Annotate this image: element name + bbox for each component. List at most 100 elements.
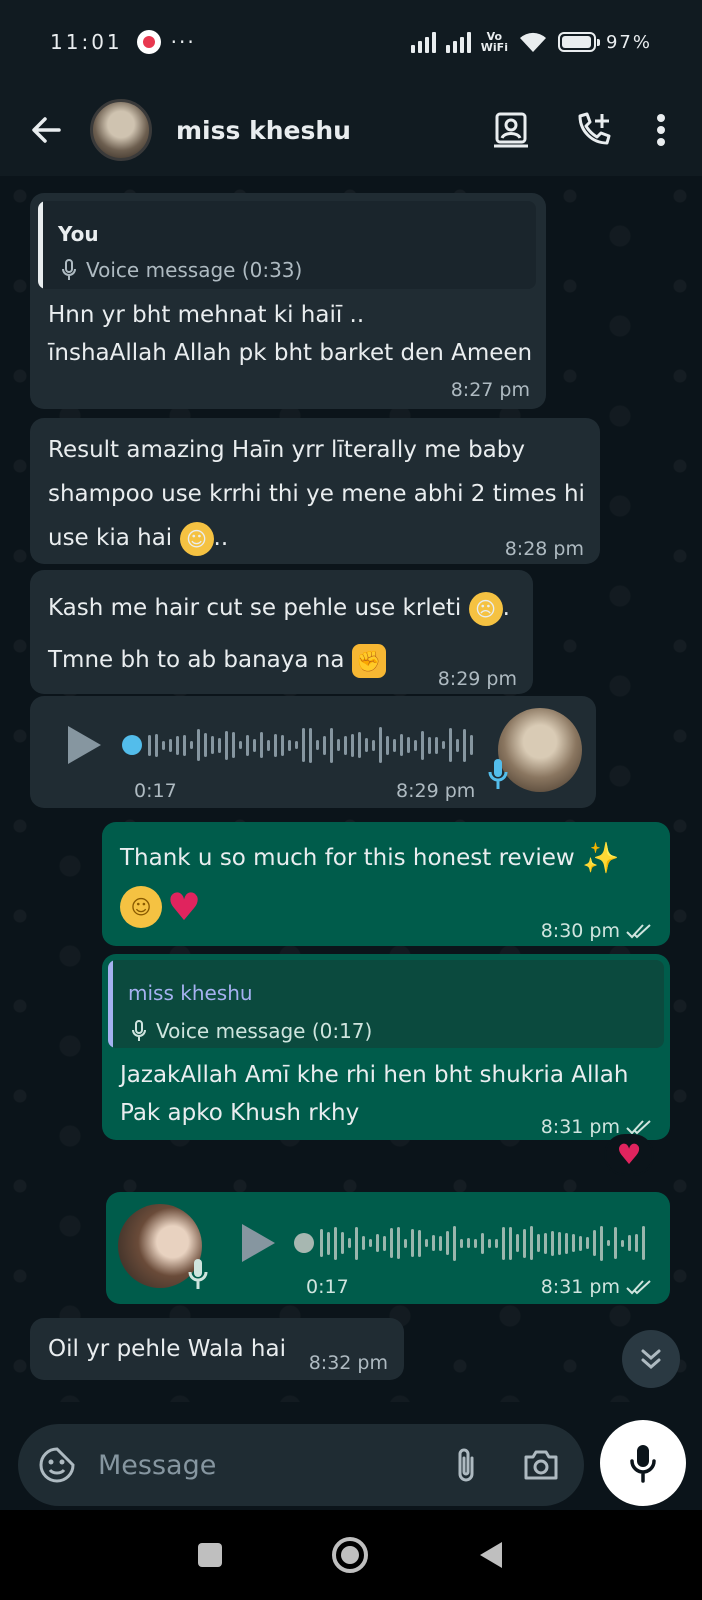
message-bubble-incoming[interactable]: Kash me hair cut se pehle use krleti ☹. …: [30, 570, 533, 694]
waveform-bar: [253, 738, 256, 752]
message-line-text: Kash me hair cut se pehle use krleti: [48, 595, 462, 621]
waveform-bar: [344, 735, 347, 755]
voice-record-button[interactable]: [600, 1420, 686, 1506]
contact-avatar[interactable]: [90, 99, 152, 161]
voice-waveform[interactable]: [148, 725, 473, 765]
chat-header: miss kheshu: [0, 84, 702, 176]
waveform-bar: [295, 741, 298, 749]
quoted-message[interactable]: You Voice message (0:33): [38, 201, 536, 289]
waveform-bar: [390, 1228, 393, 1258]
waveform-bar: [558, 1231, 561, 1255]
play-button[interactable]: [242, 1224, 275, 1262]
quote-text: Voice message (0:33): [86, 258, 303, 282]
voice-progress-dot[interactable]: [122, 735, 142, 755]
waveform-bar: [425, 1239, 428, 1247]
waveform-bar: [446, 1231, 449, 1255]
waveform-bar: [509, 1226, 512, 1260]
sticker-icon[interactable]: [38, 1446, 76, 1484]
voice-message-incoming[interactable]: 0:17 8:29 pm: [30, 696, 596, 808]
waveform-bar: [572, 1234, 575, 1252]
contact-card-icon[interactable]: [492, 111, 530, 149]
double-chevron-down-icon: [641, 1349, 661, 1369]
signal-1-icon: [410, 31, 436, 53]
quote-author: You: [58, 222, 99, 246]
message-bubble-outgoing[interactable]: Thank u so much for this honest review ✨…: [102, 822, 670, 946]
waveform-bar: [274, 733, 277, 757]
message-line: Result amazing Haīn yrr līterally me bab…: [48, 437, 525, 463]
status-more-indicator: ···: [170, 30, 196, 54]
wifi-icon: [519, 32, 546, 52]
waveform-bar: [400, 734, 403, 756]
waveform-bar: [435, 736, 438, 754]
message-reaction[interactable]: ♥: [604, 1134, 654, 1176]
time-text: 8:27 pm: [450, 379, 530, 401]
message-line: Hnn yr bht mehnat ki haiī ..: [48, 302, 365, 328]
signal-2-icon: [445, 31, 471, 53]
waveform-bar: [327, 1231, 330, 1255]
waveform-bar: [362, 1236, 365, 1250]
chat-area[interactable]: You Voice message (0:33) Hnn yr bht mehn…: [0, 176, 702, 1402]
waveform-bar: [393, 738, 396, 752]
voice-progress-dot[interactable]: [294, 1233, 314, 1253]
waveform-bar: [204, 733, 207, 757]
recents-button[interactable]: [198, 1543, 222, 1567]
waveform-bar: [379, 727, 382, 763]
waveform-bar: [628, 1235, 631, 1251]
voice-duration: 0:17: [134, 780, 177, 802]
waveform-bar: [495, 1238, 498, 1248]
camera-icon[interactable]: [522, 1448, 560, 1482]
status-time: 11:01: [50, 30, 123, 54]
waveform-bar: [642, 1226, 645, 1260]
time-text: 8:28 pm: [504, 538, 584, 560]
back-nav-button[interactable]: [478, 1540, 504, 1570]
message-bubble-incoming[interactable]: Result amazing Haīn yrr līterally me bab…: [30, 418, 600, 564]
smiling-face-emoji-icon: ☺: [120, 885, 162, 928]
time-text: 8:32 pm: [308, 1352, 388, 1374]
contact-name[interactable]: miss kheshu: [176, 116, 351, 145]
waveform-bar: [551, 1230, 554, 1256]
time-text: 8:30 pm: [540, 920, 620, 942]
waveform-bar: [449, 728, 452, 762]
mic-icon: [132, 1020, 146, 1041]
play-button[interactable]: [68, 726, 101, 764]
voice-message-outgoing[interactable]: 0:17 8:31 pm: [106, 1192, 670, 1304]
waveform-bar: [404, 1238, 407, 1248]
screen-record-icon: [136, 30, 161, 54]
waveform-bar: [341, 1232, 344, 1254]
quote-text: Voice message (0:17): [156, 1019, 373, 1043]
sneezing-face-emoji-icon: ☹: [468, 591, 503, 626]
message-time: 8:29 pm: [438, 660, 517, 698]
message-bubble-incoming[interactable]: You Voice message (0:33) Hnn yr bht mehn…: [30, 193, 546, 409]
waveform-bar: [456, 738, 459, 752]
waveform-bar: [453, 1225, 456, 1261]
voice-waveform[interactable]: [320, 1223, 645, 1263]
party-face-emoji-icon: ☺: [179, 521, 214, 556]
message-input[interactable]: Message: [98, 1450, 452, 1481]
message-text: Hnn yr bht mehnat ki haiī .. īnshaAllah …: [48, 296, 532, 372]
add-call-icon[interactable]: [574, 111, 612, 149]
double-check-icon: [626, 1120, 651, 1135]
waveform-bar: [302, 728, 305, 762]
composer-bar: Message: [0, 1402, 702, 1510]
message-line: īnshaAllah Allah pk bht barket den Ameen: [48, 340, 533, 366]
waveform-bar: [155, 733, 158, 757]
fist-emoji-icon: ✊: [351, 643, 386, 678]
message-bubble-incoming[interactable]: Oil yr pehle Wala hai 8:32 pm: [30, 1318, 404, 1380]
message-bubble-outgoing[interactable]: miss kheshu Voice message (0:17) JazakAl…: [102, 954, 670, 1140]
waveform-bar: [488, 1238, 491, 1248]
waveform-bar: [176, 735, 179, 755]
quoted-message[interactable]: miss kheshu Voice message (0:17): [108, 960, 664, 1048]
waveform-bar: [614, 1227, 617, 1259]
more-vertical-icon[interactable]: [656, 113, 666, 147]
waveform-bar: [397, 1227, 400, 1259]
sparkles-emoji-icon: ✨: [581, 840, 620, 876]
back-button[interactable]: [24, 108, 68, 152]
waveform-bar: [316, 740, 319, 750]
time-text: 8:29 pm: [437, 668, 517, 690]
home-button[interactable]: [332, 1537, 368, 1573]
message-input-container[interactable]: Message: [18, 1424, 584, 1506]
scroll-to-bottom-button[interactable]: [622, 1330, 680, 1388]
waveform-bar: [218, 737, 221, 753]
paperclip-icon[interactable]: [452, 1446, 480, 1484]
waveform-bar: [481, 1232, 484, 1254]
